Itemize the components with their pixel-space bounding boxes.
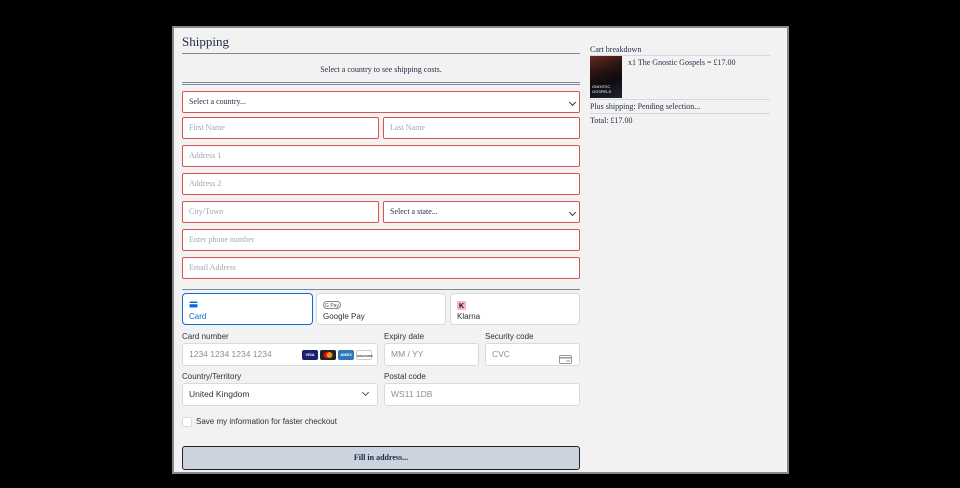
address1-field[interactable]: Address 1 xyxy=(182,145,580,167)
cvc-placeholder: CVC xyxy=(492,349,510,359)
divider xyxy=(182,53,580,54)
address2-field[interactable]: Address 2 xyxy=(182,173,580,195)
tab-klarna[interactable]: K Klarna xyxy=(450,293,580,325)
expiry-label: Expiry date xyxy=(384,332,425,341)
save-info-label: Save my information for faster checkout xyxy=(196,417,337,426)
google-pay-icon: G Pay xyxy=(323,301,341,311)
divider xyxy=(182,82,580,83)
tab-card[interactable]: Card xyxy=(182,293,313,325)
svg-text:G Pay: G Pay xyxy=(325,303,339,309)
state-select-value: Select a state... xyxy=(390,207,438,216)
card-number-placeholder: 1234 1234 1234 1234 xyxy=(189,349,272,359)
cart-item: x1 The Gnostic Gospels = £17.00 xyxy=(628,58,736,67)
shipping-notice: Select a country to see shipping costs. xyxy=(320,65,442,74)
cart-shipping: Plus shipping: Pending selection... xyxy=(590,102,701,111)
divider xyxy=(182,84,580,85)
security-code-label: Security code xyxy=(485,332,534,341)
country-territory-label: Country/Territory xyxy=(182,372,242,381)
card-number-input[interactable]: 1234 1234 1234 1234 VISA AMEX DISCOVER xyxy=(182,343,378,366)
state-select[interactable]: Select a state... xyxy=(383,201,580,223)
first-name-field[interactable]: First Name xyxy=(182,117,379,139)
cart-total: Total: £17.00 xyxy=(590,116,633,125)
security-code-input[interactable]: CVC xyxy=(485,343,580,366)
country-select[interactable]: Select a country... xyxy=(182,91,580,113)
city-field[interactable]: City/Town xyxy=(182,201,379,223)
last-name-field[interactable]: Last Name xyxy=(383,117,580,139)
divider xyxy=(590,99,770,100)
postal-code-input[interactable]: WS11 1DB xyxy=(384,383,580,406)
chevron-down-icon xyxy=(568,208,577,217)
book-cover-image: GNOSTIC GOSPELS xyxy=(590,56,622,98)
cart-heading: Cart breakdown xyxy=(590,45,642,54)
mastercard-icon xyxy=(320,350,336,360)
phone-field[interactable]: Enter phone number xyxy=(182,229,580,251)
chevron-down-icon xyxy=(361,388,370,397)
checkout-panel: Shipping Select a country to see shippin… xyxy=(172,26,789,474)
country-select-value: Select a country... xyxy=(189,97,247,106)
amex-icon: AMEX xyxy=(338,350,354,360)
card-number-label: Card number xyxy=(182,332,229,341)
tab-google-pay-label: Google Pay xyxy=(323,312,365,321)
book-cover-text: GNOSTIC GOSPELS xyxy=(592,84,612,94)
card-icon xyxy=(189,301,198,310)
klarna-icon: K xyxy=(457,301,466,312)
save-info-checkbox[interactable] xyxy=(182,417,192,427)
discover-icon: DISCOVER xyxy=(356,350,373,360)
svg-text:K: K xyxy=(459,303,464,310)
country-territory-select[interactable]: United Kingdom xyxy=(182,383,378,406)
country-territory-value: United Kingdom xyxy=(189,389,250,399)
tab-klarna-label: Klarna xyxy=(457,312,481,321)
fill-address-button[interactable]: Fill in address... xyxy=(182,446,580,470)
postal-code-label: Postal code xyxy=(384,372,426,381)
shipping-title: Shipping xyxy=(182,34,229,49)
divider xyxy=(590,113,770,114)
email-field[interactable]: Email Address xyxy=(182,257,580,279)
tab-card-label: Card xyxy=(189,312,207,321)
cvc-card-icon xyxy=(559,351,572,372)
chevron-down-icon xyxy=(568,98,577,107)
divider xyxy=(182,289,580,290)
visa-icon: VISA xyxy=(302,350,318,360)
expiry-input[interactable]: MM / YY xyxy=(384,343,479,366)
tab-google-pay[interactable]: G Pay Google Pay xyxy=(316,293,446,325)
